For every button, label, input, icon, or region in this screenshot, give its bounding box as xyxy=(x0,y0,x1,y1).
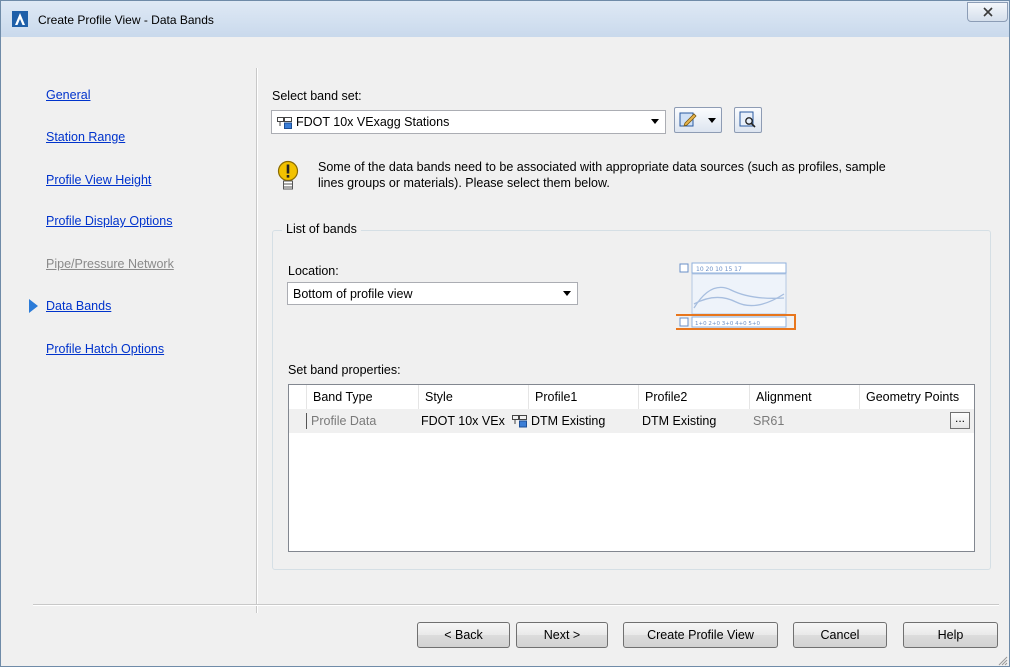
preview-bottom-ticks: 1+0 2+0 3+0 4+0 5+0 xyxy=(695,321,761,327)
nav-station-range[interactable]: Station Range xyxy=(46,130,125,144)
location-select[interactable]: Bottom of profile view xyxy=(287,282,578,305)
edit-band-set-button[interactable] xyxy=(674,107,722,133)
title-bar: Create Profile View - Data Bands xyxy=(1,1,1009,37)
col-profile1[interactable]: Profile1 xyxy=(529,385,639,409)
cell-band-type: Profile Data xyxy=(311,414,377,428)
location-label: Location: xyxy=(288,264,339,278)
col-band-type[interactable]: Band Type xyxy=(307,385,419,409)
preview-top-ticks: 10 20 10 15 17 xyxy=(696,266,742,273)
nav-profile-hatch-options[interactable]: Profile Hatch Options xyxy=(46,342,164,356)
help-button[interactable]: Help xyxy=(903,622,998,648)
col-profile2[interactable]: Profile2 xyxy=(639,385,750,409)
grid-header: Band Type Style Profile1 Profile2 Alignm… xyxy=(289,385,974,410)
band-location-preview: 10 20 10 15 17 1+0 2+0 3+0 4+0 5+0 xyxy=(676,262,796,330)
dropdown-arrow-icon xyxy=(708,118,716,123)
close-icon xyxy=(982,7,993,17)
location-value: Bottom of profile view xyxy=(293,287,413,301)
band-set-label: Select band set: xyxy=(272,89,362,103)
geometry-points-button[interactable]: ... xyxy=(950,412,970,429)
vertical-divider xyxy=(256,68,258,613)
col-geometry-points[interactable]: Geometry Points xyxy=(860,385,974,409)
back-button[interactable]: < Back xyxy=(417,622,510,648)
list-of-bands-title: List of bands xyxy=(282,222,361,236)
preview-band-set-button[interactable] xyxy=(734,107,762,133)
warning-text-line1: Some of the data bands need to be associ… xyxy=(318,160,886,174)
create-profile-view-button[interactable]: Create Profile View xyxy=(623,622,778,648)
cell-style[interactable]: FDOT 10x VEx xyxy=(415,409,527,433)
resize-grip-icon[interactable] xyxy=(998,656,1008,666)
cancel-button[interactable]: Cancel xyxy=(793,622,887,648)
cell-profile2[interactable]: DTM Existing xyxy=(636,409,750,433)
chevron-down-icon xyxy=(563,291,571,296)
close-button[interactable] xyxy=(967,2,1008,22)
nav-data-bands[interactable]: Data Bands xyxy=(46,299,111,313)
cell-alignment: SR61 xyxy=(753,414,785,428)
edit-style-icon xyxy=(679,112,697,127)
band-set-icon xyxy=(277,117,292,129)
table-row[interactable]: Profile Data FDOT 10x VEx DTM Existing D… xyxy=(289,409,974,433)
warning-bulb-icon xyxy=(277,160,299,190)
warning-text-line2: lines groups or materials). Please selec… xyxy=(318,176,610,190)
next-button[interactable]: Next > xyxy=(516,622,608,648)
col-alignment[interactable]: Alignment xyxy=(750,385,860,409)
col-style[interactable]: Style xyxy=(419,385,529,409)
bottom-divider xyxy=(33,604,999,606)
nav-profile-view-height[interactable]: Profile View Height xyxy=(46,173,151,187)
nav-profile-display-options[interactable]: Profile Display Options xyxy=(46,214,172,228)
window-title: Create Profile View - Data Bands xyxy=(38,13,214,27)
autocad-app-icon xyxy=(12,11,28,27)
cell-style-value: FDOT 10x VEx xyxy=(421,414,505,428)
set-band-properties-label: Set band properties: xyxy=(288,363,401,377)
band-properties-grid: Band Type Style Profile1 Profile2 Alignm… xyxy=(288,384,975,552)
current-step-arrow-icon xyxy=(29,299,38,313)
magnifier-icon xyxy=(739,111,756,128)
nav-general[interactable]: General xyxy=(46,88,90,102)
cell-profile1[interactable]: DTM Existing xyxy=(525,409,639,433)
band-set-value: FDOT 10x VExagg Stations xyxy=(296,115,450,129)
nav-pipe-pressure-network: Pipe/Pressure Network xyxy=(46,257,174,271)
band-set-select[interactable]: FDOT 10x VExagg Stations xyxy=(271,110,666,134)
row-selector-header xyxy=(289,385,307,409)
chevron-down-icon xyxy=(651,119,659,124)
